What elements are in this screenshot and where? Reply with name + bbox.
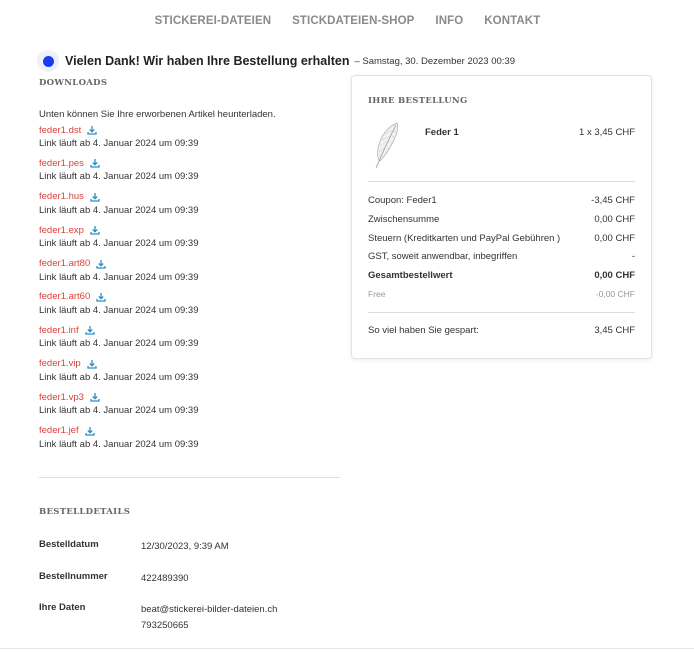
order-summary-card: IHRE BESTELLUNG Feder 1 1 x 3,45 CHF Cou… (351, 75, 652, 359)
order-details-heading: BESTELLDETAILS (39, 507, 131, 517)
tax-value: 0,00 CHF (594, 233, 635, 244)
coupon-value: -3,45 CHF (591, 195, 635, 206)
customer-info-value: beat@stickerei-bilder-dateien.ch 7932506… (141, 602, 277, 634)
subtotal-value: 0,00 CHF (594, 214, 635, 225)
download-expiry: Link läuft ab 4. Januar 2024 um 09:39 (39, 438, 199, 450)
order-date-value: 12/30/2023, 9:39 AM (141, 541, 229, 552)
main-nav: STICKEREI-DATEIEN STICKDATEIEN-SHOP INFO… (0, 15, 694, 27)
coupon-row: Coupon: Feder1 -3,45 CHF (368, 195, 635, 206)
gst-label: GST, soweit anwendbar, inbegriffen (368, 251, 518, 262)
download-icon[interactable] (90, 392, 100, 402)
download-icon[interactable] (84, 426, 95, 436)
order-timestamp: – Samstag, 30. Dezember 2023 00:39 (354, 55, 515, 67)
total-row: Gesamtbestellwert 0,00 CHF (368, 270, 635, 281)
order-number-value: 422489390 (141, 573, 189, 584)
downloads-intro: Unten können Sie Ihre erworbenen Artikel… (39, 109, 276, 120)
download-expiry: Link läuft ab 4. Januar 2024 um 09:39 (39, 138, 199, 149)
download-expiry: Link läuft ab 4. Januar 2024 um 09:39 (39, 204, 199, 216)
section-divider (39, 477, 340, 478)
download-link[interactable]: feder1.jef (39, 425, 79, 436)
download-item: feder1.hus Link läuft ab 4. Januar 2024 … (39, 190, 339, 223)
download-link[interactable]: feder1.art80 (39, 258, 90, 269)
gst-value: - (631, 251, 635, 262)
download-icon[interactable] (90, 192, 100, 202)
page-title: Vielen Dank! Wir haben Ihre Bestellung e… (65, 54, 350, 68)
nav-stickerei-dateien[interactable]: STICKEREI-DATEIEN (155, 15, 272, 27)
download-expiry: Link läuft ab 4. Januar 2024 um 09:39 (39, 171, 199, 183)
free-value: -0,00 CHF (595, 289, 635, 299)
nav-stickdateien-shop[interactable]: STICKDATEIEN-SHOP (292, 15, 414, 27)
download-item: feder1.exp Link läuft ab 4. Januar 2024 … (39, 223, 339, 256)
savings-value: 3,45 CHF (594, 325, 635, 336)
nav-kontakt[interactable]: KONTAKT (484, 15, 540, 27)
download-expiry: Link läuft ab 4. Januar 2024 um 09:39 (39, 238, 199, 250)
download-expiry: Link läuft ab 4. Januar 2024 um 09:39 (39, 405, 199, 417)
download-expiry: Link läuft ab 4. Januar 2024 um 09:39 (39, 371, 199, 383)
download-link[interactable]: feder1.inf (39, 325, 79, 336)
download-expiry: Link läuft ab 4. Januar 2024 um 09:39 (39, 338, 199, 350)
download-icon[interactable] (90, 225, 100, 235)
download-link[interactable]: feder1.vp3 (39, 392, 84, 403)
download-expiry: Link läuft ab 4. Januar 2024 um 09:39 (39, 271, 199, 283)
download-icon[interactable] (96, 259, 106, 269)
download-item: feder1.vp3 Link läuft ab 4. Januar 2024 … (39, 390, 339, 423)
download-item: feder1.art80 Link läuft ab 4. Januar 202… (39, 257, 339, 290)
coupon-label: Coupon: Feder1 (368, 195, 437, 206)
order-date-label: Bestelldatum (39, 539, 99, 550)
customer-email: beat@stickerei-bilder-dateien.ch (141, 604, 278, 615)
download-icon[interactable] (90, 158, 100, 169)
card-divider (368, 312, 635, 313)
free-label: Free (368, 289, 386, 299)
download-icon[interactable] (84, 325, 95, 335)
downloads-heading: DOWNLOADS (39, 78, 108, 88)
download-link[interactable]: feder1.dst (39, 125, 81, 136)
tax-label: Steuern (Kreditkarten und PayPal Gebühre… (368, 233, 561, 244)
downloads-list: feder1.dst Link läuft ab 4. Januar 2024 … (39, 123, 339, 457)
product-name: Feder 1 (425, 127, 459, 138)
nav-info[interactable]: INFO (435, 15, 463, 27)
savings-row: So viel haben Sie gespart: 3,45 CHF (368, 325, 635, 336)
gst-row: GST, soweit anwendbar, inbegriffen - (368, 251, 635, 262)
free-shipping-row: Free -0,00 CHF (368, 289, 635, 299)
download-link[interactable]: feder1.exp (39, 225, 84, 236)
subtotal-row: Zwischensumme 0,00 CHF (368, 214, 635, 225)
download-item: feder1.pes Link läuft ab 4. Januar 2024 … (39, 156, 339, 189)
tax-row: Steuern (Kreditkarten und PayPal Gebühre… (368, 233, 635, 244)
customer-info-label: Ihre Daten (39, 602, 86, 613)
download-item: feder1.art60 Link läuft ab 4. Januar 202… (39, 290, 339, 323)
page-bottom-divider (0, 648, 694, 649)
feather-icon (375, 122, 399, 169)
download-item: feder1.dst Link läuft ab 4. Januar 2024 … (39, 123, 339, 156)
download-item: feder1.vip Link läuft ab 4. Januar 2024 … (39, 357, 339, 390)
download-icon[interactable] (96, 292, 106, 302)
order-summary-heading: IHRE BESTELLUNG (368, 96, 468, 106)
total-value: 0,00 CHF (594, 270, 635, 281)
status-dot-icon (37, 50, 59, 72)
download-item: feder1.jef Link läuft ab 4. Januar 2024 … (39, 424, 339, 457)
total-label: Gesamtbestellwert (368, 270, 453, 281)
order-number-label: Bestellnummer (39, 571, 108, 582)
product-quantity-price: 1 x 3,45 CHF (579, 127, 635, 138)
download-link[interactable]: feder1.pes (39, 158, 84, 169)
download-item: feder1.inf Link läuft ab 4. Januar 2024 … (39, 323, 339, 356)
card-divider (368, 181, 635, 182)
confirmation-header: Vielen Dank! Wir haben Ihre Bestellung e… (37, 50, 515, 72)
download-link[interactable]: feder1.vip (39, 358, 81, 369)
customer-phone: 793250665 (141, 620, 189, 631)
download-icon[interactable] (87, 359, 97, 369)
savings-label: So viel haben Sie gespart: (368, 325, 479, 336)
subtotal-label: Zwischensumme (368, 214, 440, 225)
download-link[interactable]: feder1.art60 (39, 291, 90, 302)
download-expiry: Link läuft ab 4. Januar 2024 um 09:39 (39, 304, 199, 316)
download-link[interactable]: feder1.hus (39, 191, 84, 202)
download-icon[interactable] (87, 125, 97, 135)
